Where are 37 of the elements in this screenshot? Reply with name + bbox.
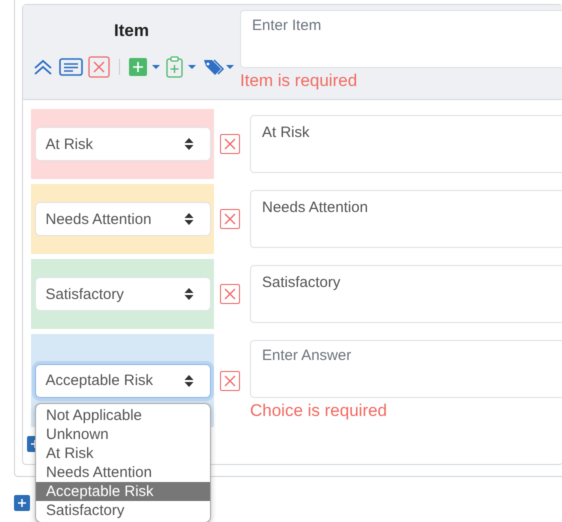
sort-arrows-icon (184, 287, 194, 301)
answer-field[interactable]: Needs Attention (250, 190, 562, 248)
dropdown-option[interactable]: Acceptable Risk (36, 482, 210, 500)
sort-arrows-icon (184, 374, 194, 388)
item-input-field[interactable]: Enter Item (240, 10, 562, 68)
tags-icon[interactable] (203, 57, 235, 77)
plus-icon (17, 498, 27, 508)
item-title: Item (114, 21, 149, 41)
close-icon (224, 138, 236, 150)
error-message: Choice is required (250, 401, 388, 421)
add-dropdown-icon[interactable] (129, 57, 161, 77)
error-message: Item is required (240, 71, 358, 91)
clipboard-plus-icon[interactable] (166, 56, 198, 78)
delete-button[interactable] (220, 134, 240, 154)
double-chevron-up-icon[interactable] (32, 58, 54, 76)
answer-field[interactable]: At Risk (250, 115, 562, 173)
dropdown-option[interactable]: Not Applicable (36, 406, 210, 424)
choice-select[interactable]: Needs Attention (34, 202, 210, 236)
choice-select[interactable]: At Risk (34, 127, 210, 161)
sort-arrows-icon (184, 212, 194, 226)
dropdown-option[interactable]: At Risk (36, 444, 210, 462)
choice-select[interactable]: Satisfactory (34, 277, 210, 311)
answer-field[interactable]: Enter Answer (250, 340, 562, 398)
delete-button[interactable] (220, 284, 240, 304)
add-item-button[interactable] (14, 495, 30, 511)
close-icon (224, 213, 236, 225)
dropdown-option[interactable]: Needs Attention (36, 462, 210, 482)
sort-arrows-icon (184, 137, 194, 151)
text-lines-icon[interactable] (59, 58, 83, 76)
delete-button[interactable] (220, 209, 240, 229)
close-icon (224, 374, 236, 386)
close-icon (224, 288, 236, 300)
delete-button[interactable] (220, 370, 240, 390)
delete-icon[interactable] (88, 56, 110, 78)
dropdown-option[interactable]: Unknown (36, 424, 210, 444)
answer-field[interactable]: Satisfactory (250, 265, 562, 323)
dropdown-option[interactable]: Satisfactory (36, 500, 210, 520)
